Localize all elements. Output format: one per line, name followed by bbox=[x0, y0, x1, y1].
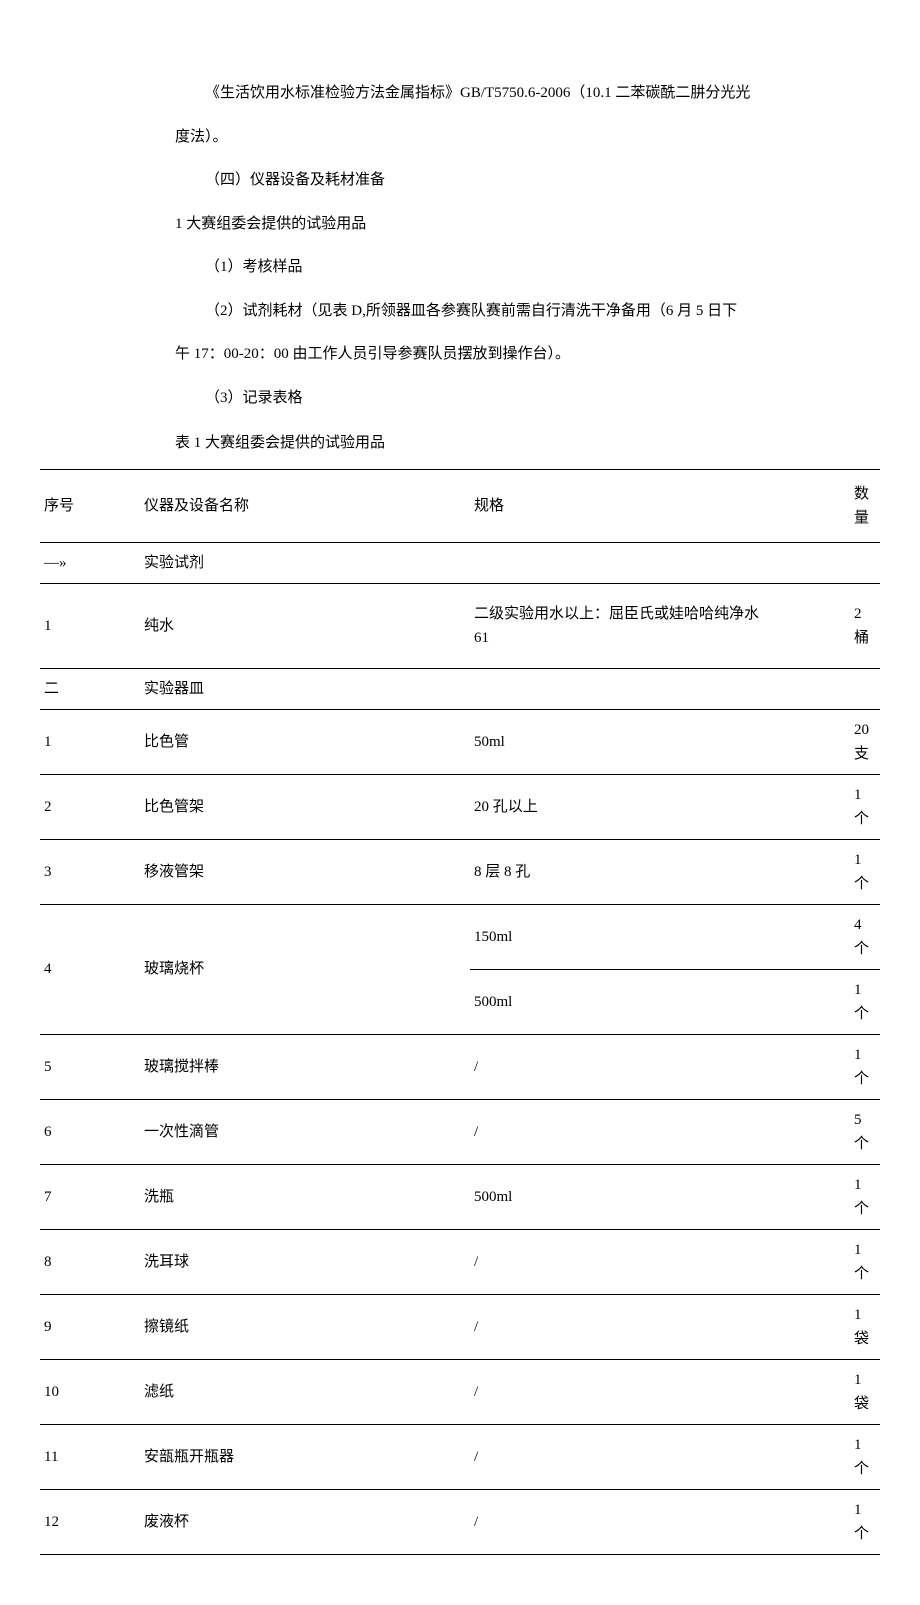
table-cell: / bbox=[470, 1099, 850, 1164]
table-cell: 1 个 bbox=[850, 1424, 880, 1489]
table-cell: 1 个 bbox=[850, 969, 880, 1034]
table-cell: 6 bbox=[40, 1099, 140, 1164]
table-cell: 一次性滴管 bbox=[140, 1099, 470, 1164]
table-cell: 比色管 bbox=[140, 709, 470, 774]
table-row: 1比色管50ml20 支 bbox=[40, 709, 880, 774]
table-row: 3移液管架8 层 8 孔1 个 bbox=[40, 839, 880, 904]
table-cell: 二级实验用水以上：屈臣氏或娃哈哈纯净水61 bbox=[470, 583, 850, 668]
table-cell: 玻璃搅拌棒 bbox=[140, 1034, 470, 1099]
table-header-cell: 规格 bbox=[470, 469, 850, 542]
table-row: 2比色管架20 孔以上1 个 bbox=[40, 774, 880, 839]
table-header-row: 序号仪器及设备名称规格数量 bbox=[40, 469, 880, 542]
paragraph-text: 1 大赛组委会提供的试验用品 bbox=[175, 206, 840, 244]
table-cell: 1 bbox=[40, 709, 140, 774]
table-cell: 1 个 bbox=[850, 1489, 880, 1554]
table-cell: 3 bbox=[40, 839, 140, 904]
table-row: 7洗瓶500ml1 个 bbox=[40, 1164, 880, 1229]
table-cell: / bbox=[470, 1424, 850, 1489]
paragraph-text: （2）试剂耗材（见表 D,所领器皿各参赛队赛前需自行清洗干净备用（6 月 5 日… bbox=[175, 293, 840, 331]
table-cell bbox=[850, 542, 880, 583]
table-row: 9擦镜纸/1 袋 bbox=[40, 1294, 880, 1359]
table-cell: 2 桶 bbox=[850, 583, 880, 668]
table-cell: 5 个 bbox=[850, 1099, 880, 1164]
table-header-cell: 序号 bbox=[40, 469, 140, 542]
table-row: 二实验器皿 bbox=[40, 668, 880, 709]
table-cell: 500ml bbox=[470, 969, 850, 1034]
table-cell: 9 bbox=[40, 1294, 140, 1359]
table-cell: 移液管架 bbox=[140, 839, 470, 904]
table-cell: 1 袋 bbox=[850, 1294, 880, 1359]
table-cell bbox=[850, 668, 880, 709]
table-cell: 1 bbox=[40, 583, 140, 668]
table-row: 12废液杯/1 个 bbox=[40, 1489, 880, 1554]
paragraph-text: 午 17：00-20：00 由工作人员引导参赛队员摆放到操作台）。 bbox=[175, 336, 840, 374]
table-cell: 2 bbox=[40, 774, 140, 839]
paragraph-text: （1）考核样品 bbox=[175, 249, 840, 287]
table-cell: / bbox=[470, 1489, 850, 1554]
table-cell bbox=[470, 668, 850, 709]
table-cell: 比色管架 bbox=[140, 774, 470, 839]
table-cell: 1 袋 bbox=[850, 1359, 880, 1424]
table-row: 1纯水二级实验用水以上：屈臣氏或娃哈哈纯净水612 桶 bbox=[40, 583, 880, 668]
table-row: 8洗耳球/1 个 bbox=[40, 1229, 880, 1294]
table-cell: 12 bbox=[40, 1489, 140, 1554]
table-cell: 实验试剂 bbox=[140, 542, 470, 583]
table-row: 6一次性滴管/5 个 bbox=[40, 1099, 880, 1164]
table-cell: 纯水 bbox=[140, 583, 470, 668]
table-cell: / bbox=[470, 1034, 850, 1099]
table-cell bbox=[470, 542, 850, 583]
table-cell: / bbox=[470, 1229, 850, 1294]
table-row: 5玻璃搅拌棒/1 个 bbox=[40, 1034, 880, 1099]
table-cell: 8 bbox=[40, 1229, 140, 1294]
paragraph-text: （3）记录表格 bbox=[175, 380, 840, 418]
table-cell: 擦镜纸 bbox=[140, 1294, 470, 1359]
table-cell: 实验器皿 bbox=[140, 668, 470, 709]
table-cell: 滤纸 bbox=[140, 1359, 470, 1424]
table-cell: 20 支 bbox=[850, 709, 880, 774]
table-caption: 表 1 大赛组委会提供的试验用品 bbox=[175, 425, 840, 463]
table-header-cell: 数量 bbox=[850, 469, 880, 542]
table-row: 11安瓿瓶开瓶器/1 个 bbox=[40, 1424, 880, 1489]
table-cell: / bbox=[470, 1294, 850, 1359]
table-cell: 洗耳球 bbox=[140, 1229, 470, 1294]
paragraph-text: （四）仪器设备及耗材准备 bbox=[175, 162, 840, 200]
table-cell: 8 层 8 孔 bbox=[470, 839, 850, 904]
table-cell: 5 bbox=[40, 1034, 140, 1099]
paragraph-text: 《生活饮用水标准检验方法金属指标》GB/T5750.6-2006（10.1 二苯… bbox=[175, 75, 840, 113]
table-cell: 1 个 bbox=[850, 839, 880, 904]
table-cell: 4 bbox=[40, 904, 140, 1034]
paragraph-text: 度法）。 bbox=[175, 119, 840, 157]
table-cell: 500ml bbox=[470, 1164, 850, 1229]
table-row: —»实验试剂 bbox=[40, 542, 880, 583]
table-cell: 10 bbox=[40, 1359, 140, 1424]
table-cell: 50ml bbox=[470, 709, 850, 774]
table-cell: 7 bbox=[40, 1164, 140, 1229]
table-header-cell: 仪器及设备名称 bbox=[140, 469, 470, 542]
table-cell: 11 bbox=[40, 1424, 140, 1489]
table-cell: —» bbox=[40, 542, 140, 583]
table-row: 4玻璃烧杯150ml4 个 bbox=[40, 904, 880, 969]
table-row: 10滤纸/1 袋 bbox=[40, 1359, 880, 1424]
table-cell: 废液杯 bbox=[140, 1489, 470, 1554]
table-cell: / bbox=[470, 1359, 850, 1424]
table-cell: 1 个 bbox=[850, 1034, 880, 1099]
supplies-table: 序号仪器及设备名称规格数量—»实验试剂1纯水二级实验用水以上：屈臣氏或娃哈哈纯净… bbox=[40, 469, 880, 1555]
table-cell: 玻璃烧杯 bbox=[140, 904, 470, 1034]
table-cell: 1 个 bbox=[850, 1164, 880, 1229]
table-cell: 洗瓶 bbox=[140, 1164, 470, 1229]
table-cell: 1 个 bbox=[850, 1229, 880, 1294]
table-cell: 1 个 bbox=[850, 774, 880, 839]
table-cell: 20 孔以上 bbox=[470, 774, 850, 839]
table-cell: 安瓿瓶开瓶器 bbox=[140, 1424, 470, 1489]
table-cell: 150ml bbox=[470, 904, 850, 969]
table-cell: 二 bbox=[40, 668, 140, 709]
table-cell: 4 个 bbox=[850, 904, 880, 969]
